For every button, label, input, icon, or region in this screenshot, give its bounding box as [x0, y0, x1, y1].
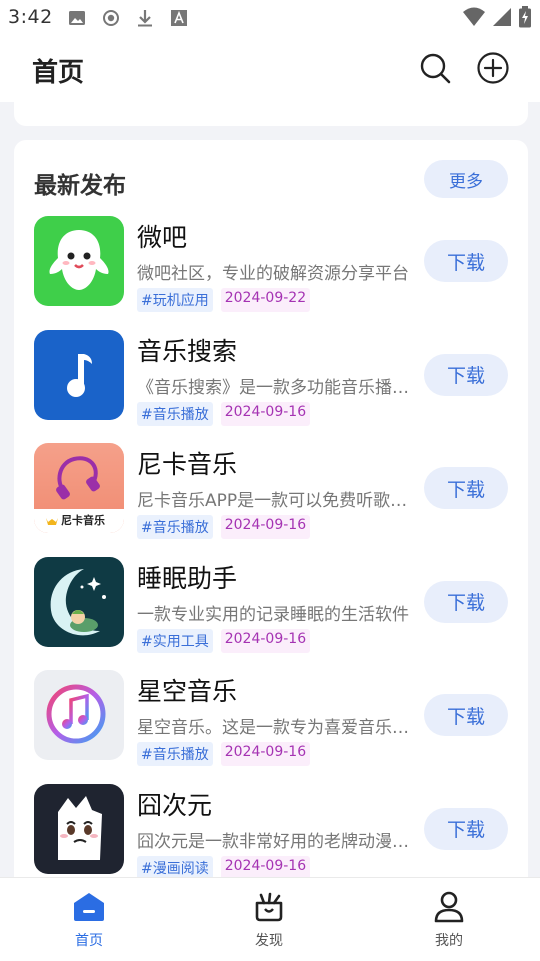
list-item[interactable]: 尼卡音乐 尼卡音乐 尼卡音乐APP是一款可以免费听歌的软件 #音乐播放 2024… [14, 439, 528, 553]
nav-item-profile[interactable]: 我的 [399, 890, 499, 950]
weiba-ghost-icon [34, 216, 124, 306]
app-name: 微吧 [137, 223, 188, 252]
download-button[interactable]: 下载 [424, 807, 508, 850]
cartoon-face-icon [34, 783, 124, 874]
category-tag[interactable]: #音乐播放 [137, 742, 213, 767]
app-name: 囧次元 [137, 790, 213, 820]
font-icon [168, 7, 190, 29]
nav-item-discover[interactable]: 发现 [219, 890, 319, 950]
itunes-note-icon [34, 670, 124, 761]
previous-section-card [14, 102, 528, 126]
download-button[interactable]: 下载 [424, 467, 508, 510]
record-icon [100, 7, 122, 29]
headphones-icon: 尼卡音乐 [34, 443, 124, 534]
signal-icon [492, 6, 512, 32]
more-button[interactable]: 更多 [424, 160, 508, 198]
date-tag: 2024-09-22 [220, 288, 311, 312]
list-item[interactable]: 星空音乐 星空音乐。这是一款专为喜爱音乐的用户打造 #音乐播放 2024-09-… [14, 666, 528, 780]
category-tag[interactable]: #玩机应用 [137, 288, 213, 312]
date-tag: 2024-09-16 [220, 742, 311, 767]
music-note-icon [34, 329, 124, 420]
app-description: 微吧社区，专业的破解资源分享平台 [137, 264, 409, 284]
download-button[interactable]: 下载 [424, 580, 508, 623]
icon-caption: 尼卡音乐 [61, 514, 105, 528]
download-button[interactable]: 下载 [424, 694, 508, 737]
download-button[interactable]: 下载 [424, 353, 508, 396]
battery-icon [518, 6, 532, 32]
category-tag[interactable]: #音乐播放 [137, 401, 213, 426]
nav-label: 首页 [75, 933, 103, 949]
moon-sleep-icon [34, 556, 124, 647]
home-icon [39, 890, 139, 924]
date-tag: 2024-09-16 [220, 628, 311, 653]
download-icon [134, 7, 156, 29]
nav-label: 我的 [435, 933, 463, 949]
list-item[interactable]: 音乐搜索 《音乐搜索》是一款多功能音乐播放软件 #音乐播放 2024-09-16… [14, 326, 528, 440]
app-name: 尼卡音乐 [137, 450, 238, 480]
app-list: 微吧 微吧社区，专业的破解资源分享平台 #玩机应用 2024-09-22 下载 … [14, 212, 528, 894]
app-name: 星空音乐 [137, 677, 238, 707]
section-title: 最新发布 [34, 173, 126, 199]
wifi-icon [462, 6, 486, 32]
app-description: 尼卡音乐APP是一款可以免费听歌的软件 [137, 491, 413, 512]
bottom-nav: 首页 发现 我的 [0, 877, 540, 961]
download-button[interactable]: 下载 [424, 240, 508, 282]
page-title: 首页 [32, 58, 85, 88]
list-item[interactable]: 微吧 微吧社区，专业的破解资源分享平台 #玩机应用 2024-09-22 下载 [14, 212, 528, 326]
app-description: 一款专业实用的记录睡眠的生活软件 [137, 604, 409, 625]
status-bar: 3:42 [0, 0, 540, 36]
profile-icon [399, 890, 499, 924]
nav-item-home[interactable]: 首页 [39, 890, 139, 950]
app-description: 《音乐搜索》是一款多功能音乐播放软件 [137, 377, 413, 398]
nav-label: 发现 [255, 933, 283, 949]
list-item[interactable]: 睡眠助手 一款专业实用的记录睡眠的生活软件 #实用工具 2024-09-16 下… [14, 553, 528, 667]
date-tag: 2024-09-16 [220, 515, 311, 540]
category-tag[interactable]: #实用工具 [137, 628, 213, 653]
app-description: 囧次元是一款非常好用的老牌动漫软件 [137, 831, 413, 852]
app-description: 星空音乐。这是一款专为喜爱音乐的用户打造 [137, 718, 413, 739]
app-name: 睡眠助手 [137, 563, 238, 593]
add-circle-icon[interactable] [475, 50, 511, 86]
discover-icon [219, 890, 319, 924]
category-tag[interactable]: #音乐播放 [137, 515, 213, 540]
latest-section: 最新发布 更多 微吧 微吧社区，专业的破解资源分享平台 #玩机应用 2024-0… [14, 140, 528, 900]
image-icon [66, 7, 88, 29]
app-name: 音乐搜索 [137, 336, 238, 366]
status-time: 3:42 [8, 6, 53, 28]
search-icon[interactable] [417, 50, 453, 86]
date-tag: 2024-09-16 [220, 401, 311, 426]
app-bar: 首页 [0, 36, 540, 102]
